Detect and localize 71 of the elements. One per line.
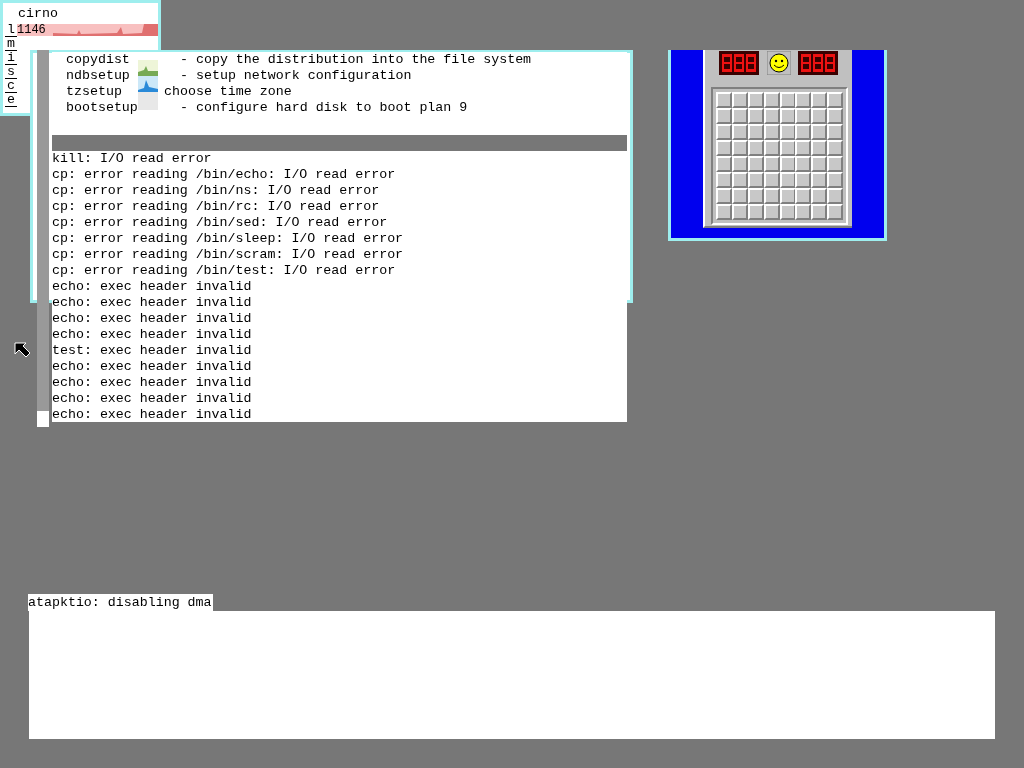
mine-tile[interactable] <box>716 140 732 156</box>
mine-tile[interactable] <box>811 92 828 108</box>
mine-tile[interactable] <box>811 188 828 204</box>
log-line: echo: exec header invalid <box>52 407 253 423</box>
mine-tile[interactable] <box>795 108 812 124</box>
log-line: echo: exec header invalid <box>52 311 253 327</box>
command-name: copydist <box>65 52 131 68</box>
stat-letter[interactable]: s <box>5 65 17 79</box>
log-line: echo: exec header invalid <box>52 359 253 375</box>
mine-tile[interactable] <box>795 92 812 108</box>
mine-tile[interactable] <box>811 124 828 140</box>
log-line: cp: error reading /bin/test: I/O read error <box>52 263 397 279</box>
mine-tile[interactable] <box>795 140 812 156</box>
stat-letter[interactable]: i <box>5 51 17 65</box>
stat-letter[interactable]: e <box>5 93 17 107</box>
log-line: echo: exec header invalid <box>52 391 253 407</box>
log-line: test: exec header invalid <box>52 343 253 359</box>
log-line: echo: exec header invalid <box>52 279 253 295</box>
graph-thumbnail-icon <box>138 60 158 110</box>
mine-tile[interactable] <box>827 108 844 124</box>
mouse-pointer-icon <box>14 342 31 359</box>
load-value: 1146 <box>17 24 53 36</box>
timer-counter <box>798 51 838 75</box>
mine-tile[interactable] <box>795 172 812 188</box>
mine-tile[interactable] <box>716 172 732 188</box>
mine-tile[interactable] <box>795 124 812 140</box>
mine-tile[interactable] <box>716 108 732 124</box>
smiley-face-icon[interactable] <box>766 51 791 75</box>
log-line: cp: error reading /bin/ns: I/O read error <box>52 183 381 199</box>
log-line: echo: exec header invalid <box>52 327 253 343</box>
mine-tile[interactable] <box>827 92 844 108</box>
stat-letter[interactable]: c <box>5 79 17 93</box>
mine-tile[interactable] <box>827 124 844 140</box>
mine-tile[interactable] <box>827 140 844 156</box>
command-description: - copy the distribution into the file system <box>179 52 532 68</box>
mine-tile[interactable] <box>716 204 732 220</box>
command-name: tzsetup <box>65 84 123 100</box>
mine-tile[interactable] <box>795 204 812 220</box>
command-description: - configure hard disk to boot plan 9 <box>179 100 468 116</box>
mine-tile[interactable] <box>716 124 732 140</box>
mine-tile[interactable] <box>795 188 812 204</box>
host-label: cirno <box>18 6 58 22</box>
log-line: cp: error reading /bin/sed: I/O read error <box>52 215 389 231</box>
command-name: bootsetup <box>65 100 139 116</box>
mine-tile[interactable] <box>811 204 828 220</box>
mine-tile[interactable] <box>811 156 828 172</box>
log-line: echo: exec header invalid <box>52 375 253 391</box>
mine-tile[interactable] <box>716 92 732 108</box>
mine-tile[interactable] <box>827 204 844 220</box>
mine-tile[interactable] <box>795 156 812 172</box>
command-description: choose time zone <box>164 84 292 100</box>
log-line: cp: error reading /bin/scram: I/O read error <box>52 247 405 263</box>
mine-tile[interactable] <box>716 188 732 204</box>
command-name: ndbsetup <box>65 68 131 84</box>
mine-tile[interactable] <box>827 156 844 172</box>
command-description: - setup network configuration <box>179 68 412 84</box>
console-message: atapktio: disabling dma <box>28 594 213 611</box>
mine-tile[interactable] <box>827 188 844 204</box>
stat-letter[interactable]: m <box>5 37 17 51</box>
log-line: cp: error reading /bin/rc: I/O read error <box>52 199 381 215</box>
mine-tile[interactable] <box>811 108 828 124</box>
mine-tile[interactable] <box>811 140 828 156</box>
mine-tile[interactable] <box>811 172 828 188</box>
log-line: echo: exec header invalid <box>52 295 253 311</box>
mine-tile[interactable] <box>827 172 844 188</box>
log-line: kill: I/O read error <box>52 151 213 167</box>
mine-tile[interactable] <box>716 156 732 172</box>
log-line: cp: error reading /bin/echo: I/O read error <box>52 167 397 183</box>
mine-counter <box>719 51 759 75</box>
log-line: cp: error reading /bin/sleep: I/O read error <box>52 231 405 247</box>
scroll-bar[interactable] <box>37 50 49 427</box>
